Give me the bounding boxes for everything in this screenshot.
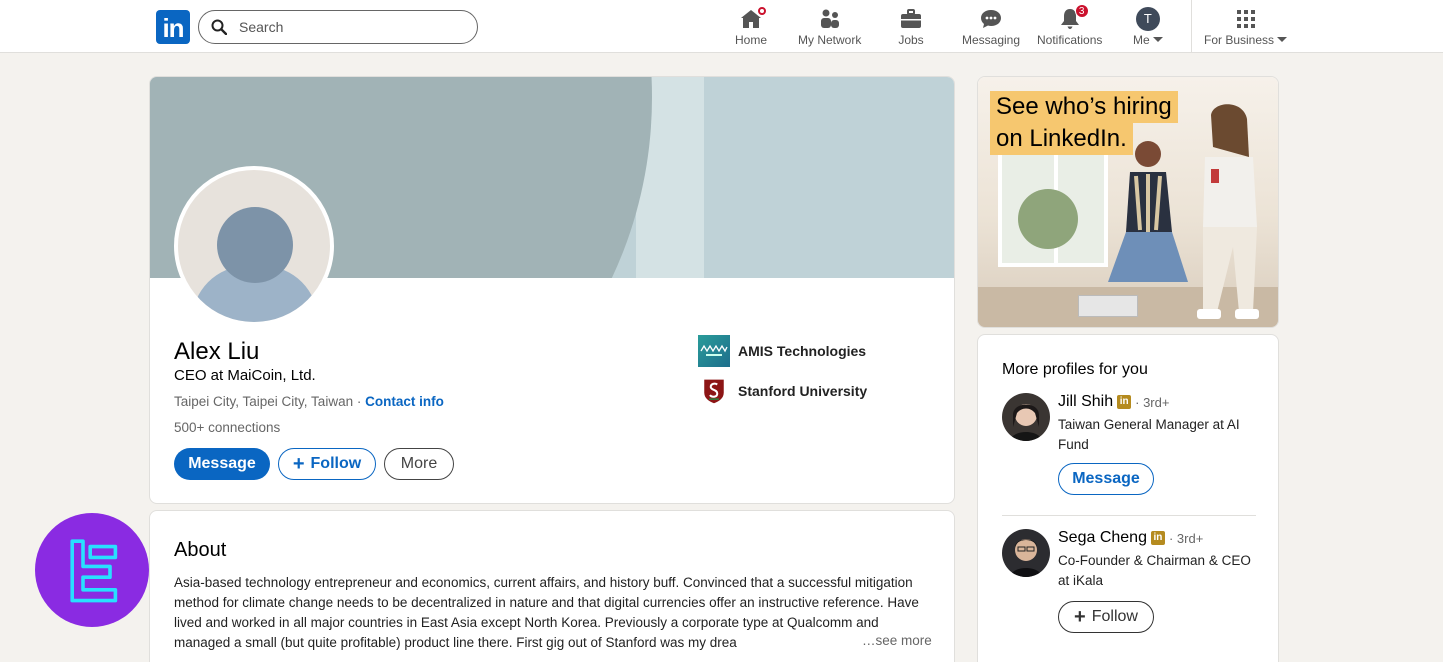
nav-jobs[interactable]: Jobs xyxy=(898,6,924,47)
suggestion-follow-button[interactable]: + Follow xyxy=(1058,601,1154,633)
ad-headline-line2: on LinkedIn. xyxy=(990,123,1133,155)
plus-icon: + xyxy=(1074,606,1086,628)
network-icon xyxy=(820,9,839,28)
profile-suggestion: Jill Shih in · 3rd+ Taiwan General Manag… xyxy=(1002,393,1256,503)
more-profiles-card: More profiles for you Jill Shih in · 3rd… xyxy=(977,334,1279,662)
nav-me[interactable]: T Me xyxy=(1133,6,1163,47)
nav-my-network-label: My Network xyxy=(798,33,862,47)
nav-home-label: Home xyxy=(735,33,768,47)
search-box[interactable] xyxy=(198,10,478,44)
profile-name: Alex Liu xyxy=(174,338,260,365)
amis-logo-icon xyxy=(698,335,730,367)
suggestion-message-button[interactable]: Message xyxy=(1058,463,1154,495)
see-more-link[interactable]: …see more xyxy=(856,633,932,648)
more-profiles-title: More profiles for you xyxy=(1002,361,1148,378)
about-card: About Asia-based technology entrepreneur… xyxy=(149,510,955,662)
nav-notifications-label: Notifications xyxy=(1037,33,1103,47)
top-nav: in Home My Network Jobs Messaging 3 Noti… xyxy=(0,0,1443,53)
nav-me-label: Me xyxy=(1133,33,1150,47)
profile-suggestion: Sega Cheng in · 3rd+ Co-Founder & Chairm… xyxy=(1002,529,1256,639)
search-icon xyxy=(211,19,227,35)
plus-icon: + xyxy=(292,453,305,475)
connections-count: 500+ connections xyxy=(174,420,281,435)
nav-divider xyxy=(1191,0,1192,53)
search-input[interactable] xyxy=(239,19,459,35)
profile-location: Taipei City, Taipei City, Taiwan xyxy=(174,394,354,409)
avatar[interactable] xyxy=(1002,529,1050,577)
grid-icon xyxy=(1236,10,1255,28)
nav-jobs-label: Jobs xyxy=(898,33,924,47)
connection-degree: · 3rd+ xyxy=(1168,530,1204,546)
ad-person-image xyxy=(1108,141,1188,282)
chevron-down-icon xyxy=(1277,37,1288,42)
watermark-logo xyxy=(35,513,149,627)
stanford-logo-icon xyxy=(698,375,730,407)
suggestion-name-row: Jill Shih in · 3rd+ xyxy=(1058,393,1169,411)
contact-info-link[interactable]: Contact info xyxy=(365,394,444,409)
org-amis[interactable]: AMIS Technologies xyxy=(698,335,866,367)
linkedin-premium-icon: in xyxy=(1150,531,1165,545)
nav-notifications[interactable]: 3 Notifications xyxy=(1037,4,1103,47)
chevron-down-icon xyxy=(1152,37,1163,42)
nav-messaging[interactable]: Messaging xyxy=(962,6,1020,47)
ad-card[interactable]: See who’s hiring on LinkedIn. xyxy=(977,76,1279,328)
linkedin-premium-icon: in xyxy=(1117,395,1132,409)
follow-label: Follow xyxy=(310,455,362,472)
notifications-badge: 3 xyxy=(1074,4,1089,18)
notification-dot xyxy=(756,5,768,17)
briefcase-icon xyxy=(901,9,921,28)
avatar[interactable] xyxy=(1002,393,1050,441)
profile-avatar[interactable] xyxy=(174,166,334,326)
nav-my-network[interactable]: My Network xyxy=(798,6,861,47)
suggestion-name-row: Sega Cheng in · 3rd+ xyxy=(1058,529,1203,547)
org-stanford[interactable]: Stanford University xyxy=(698,375,867,407)
separator: · xyxy=(356,394,362,409)
message-button[interactable]: Message xyxy=(174,448,270,480)
nav-for-business-label: For Business xyxy=(1204,33,1275,47)
ad-headline-line1: See who’s hiring xyxy=(990,91,1178,123)
avatar: T xyxy=(1135,7,1160,31)
linkedin-logo[interactable]: in xyxy=(156,10,190,44)
profile-headline: CEO at MaiCoin, Ltd. xyxy=(174,367,316,384)
org-stanford-name: Stanford University xyxy=(738,383,868,399)
profile-card: Alex Liu CEO at MaiCoin, Ltd. Taipei Cit… xyxy=(149,76,955,504)
about-title: About xyxy=(174,539,227,561)
divider xyxy=(1002,515,1256,516)
ad-person-image xyxy=(1197,104,1259,319)
profile-location-row: Taipei City, Taipei City, Taiwan · Conta… xyxy=(174,394,444,409)
messaging-icon xyxy=(981,10,1002,28)
connection-degree: · 3rd+ xyxy=(1135,394,1170,410)
follow-button[interactable]: + Follow xyxy=(278,448,376,480)
suggestion-headline: Taiwan General Manager at AI Fund xyxy=(1058,417,1240,452)
about-text: Asia-based technology entrepreneur and e… xyxy=(174,575,919,650)
suggestion-headline: Co-Founder & Chairman & CEO at iKala xyxy=(1058,553,1251,588)
nav-messaging-label: Messaging xyxy=(962,33,1021,47)
nav-home[interactable]: Home xyxy=(735,5,768,47)
more-button[interactable]: More xyxy=(384,448,454,480)
org-amis-name: AMIS Technologies xyxy=(738,343,867,359)
suggestion-name[interactable]: Sega Cheng xyxy=(1058,529,1147,547)
nav-for-business[interactable]: For Business xyxy=(1204,6,1288,47)
follow-label: Follow xyxy=(1091,608,1138,625)
suggestion-name[interactable]: Jill Shih xyxy=(1058,393,1113,411)
